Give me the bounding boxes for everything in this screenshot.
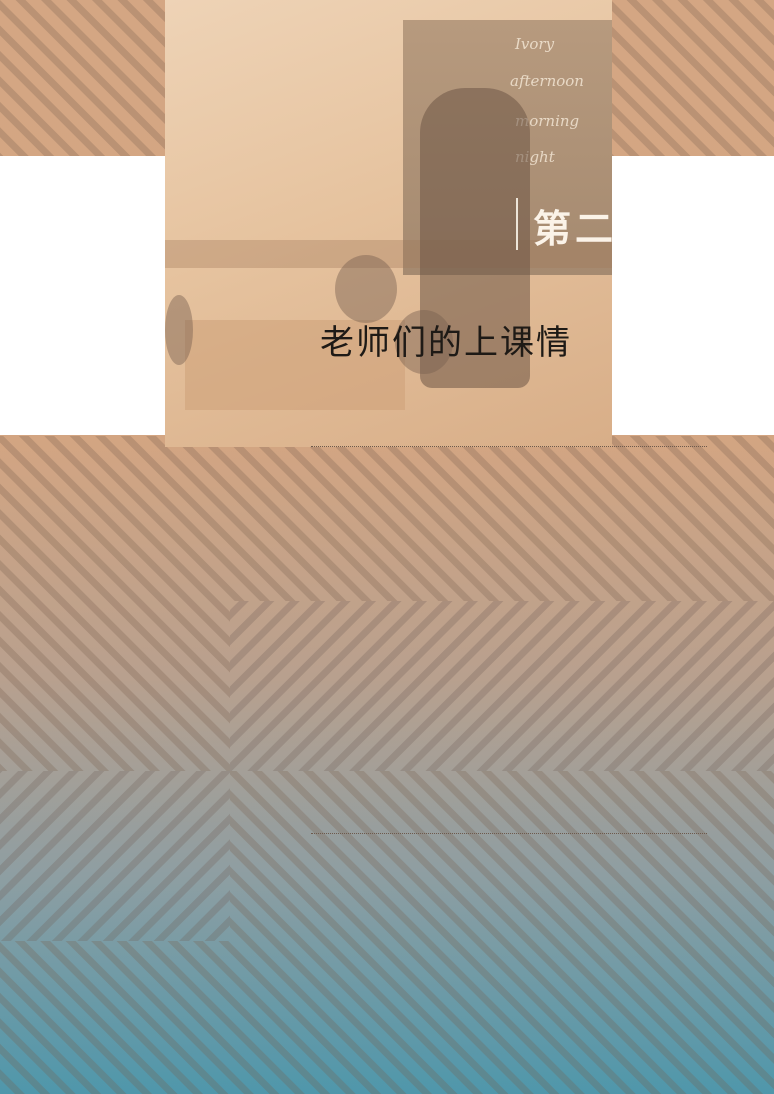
dotted-divider — [311, 446, 707, 447]
chalk-word: Ivory — [515, 35, 555, 53]
chapter-title: 第二 — [533, 206, 618, 251]
student-figure — [335, 255, 397, 323]
dotted-divider — [311, 833, 707, 834]
title-divider — [516, 198, 518, 250]
white-panel-left — [0, 156, 165, 435]
section-subtitle: 老师们的上课情 — [320, 323, 572, 363]
white-panel-right — [612, 156, 774, 435]
student-figure — [165, 295, 193, 365]
chalk-word: afternoon — [510, 72, 584, 90]
